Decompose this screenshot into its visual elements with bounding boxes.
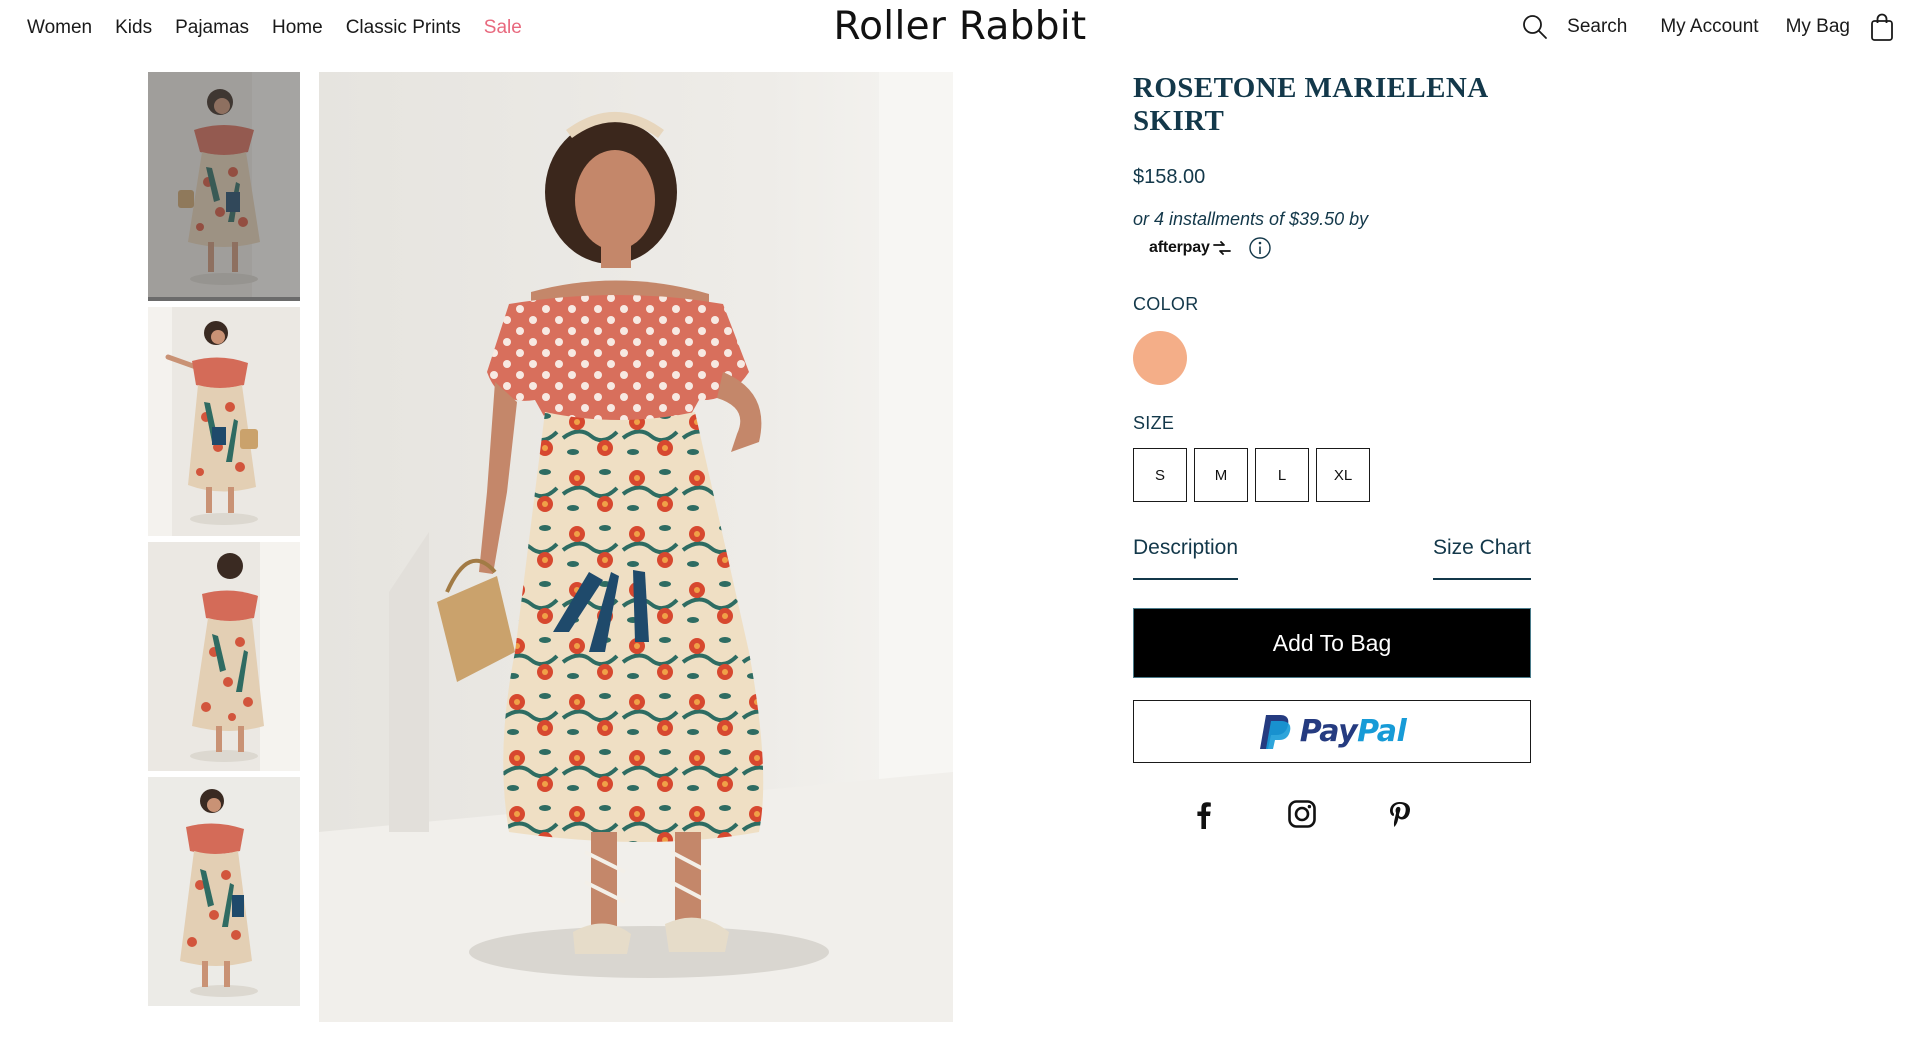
paypal-button[interactable]: PayPal (1133, 700, 1531, 763)
installments-text: or 4 installments of $39.50 by (1133, 209, 1369, 229)
thumbnail-list (148, 72, 300, 1012)
nav-classic-prints[interactable]: Classic Prints (346, 17, 461, 39)
tab-size-chart[interactable]: Size Chart (1432, 536, 1531, 580)
product-photo-front (319, 72, 953, 1022)
size-label: SIZE (1133, 413, 1175, 433)
color-swatch[interactable] (1133, 331, 1187, 385)
product-tabs: Description Size Chart (1133, 536, 1531, 580)
account-link[interactable]: My Account (1660, 16, 1758, 38)
product-photo-pose (148, 777, 300, 1006)
thumbnail-2[interactable] (148, 307, 300, 536)
brand-logo[interactable]: Roller Rabbit (834, 4, 1087, 49)
product-photo-back (148, 542, 300, 771)
facebook-icon[interactable] (1189, 799, 1219, 829)
product-photo-side-wave (148, 307, 300, 536)
product-price: $158.00 (1133, 166, 1206, 188)
instagram-icon[interactable] (1287, 799, 1317, 829)
afterpay-logo: afterpay (1149, 239, 1232, 257)
color-label: COLOR (1133, 294, 1199, 314)
info-icon[interactable] (1248, 236, 1272, 260)
nav-kids[interactable]: Kids (115, 17, 152, 39)
product-title: ROSETONE MARIELENA SKIRT (1133, 72, 1487, 137)
size-button-s[interactable]: S (1133, 448, 1187, 502)
thumbnail-3[interactable] (148, 542, 300, 771)
nav-sale[interactable]: Sale (484, 17, 522, 39)
add-to-bag-button[interactable]: Add To Bag (1133, 608, 1531, 678)
bag-link[interactable]: My Bag (1786, 16, 1850, 38)
nav-women[interactable]: Women (27, 17, 92, 39)
main-product-image[interactable] (319, 72, 953, 1022)
main-nav: Women Kids Pajamas Home Classic Prints S… (27, 17, 522, 39)
shopping-bag-icon[interactable] (1870, 12, 1894, 42)
nav-pajamas[interactable]: Pajamas (175, 17, 249, 39)
site-header: Women Kids Pajamas Home Classic Prints S… (0, 0, 1920, 58)
search-icon[interactable] (1521, 13, 1549, 41)
paypal-logo-icon (1259, 714, 1291, 749)
paypal-wordmark: PayPal (1299, 714, 1407, 749)
size-button-l[interactable]: L (1255, 448, 1309, 502)
tab-description[interactable]: Description (1133, 536, 1239, 580)
social-links (1133, 799, 1533, 829)
pinterest-icon[interactable] (1385, 799, 1415, 829)
search-link[interactable]: Search (1567, 16, 1627, 38)
utility-nav: Search My Account My Bag (1521, 12, 1894, 42)
thumbnail-4[interactable] (148, 777, 300, 1006)
afterpay-arrows-icon (1212, 241, 1231, 255)
thumbnail-1[interactable] (148, 72, 300, 301)
size-options: S M L XL (1133, 448, 1533, 502)
size-button-xl[interactable]: XL (1316, 448, 1370, 502)
nav-home[interactable]: Home (272, 17, 323, 39)
product-info-panel: ROSETONE MARIELENA SKIRT $158.00 or 4 in… (1133, 72, 1533, 829)
afterpay-logo-text: afterpay (1149, 239, 1210, 256)
size-button-m[interactable]: M (1194, 448, 1248, 502)
afterpay-row: afterpay (1133, 236, 1533, 260)
